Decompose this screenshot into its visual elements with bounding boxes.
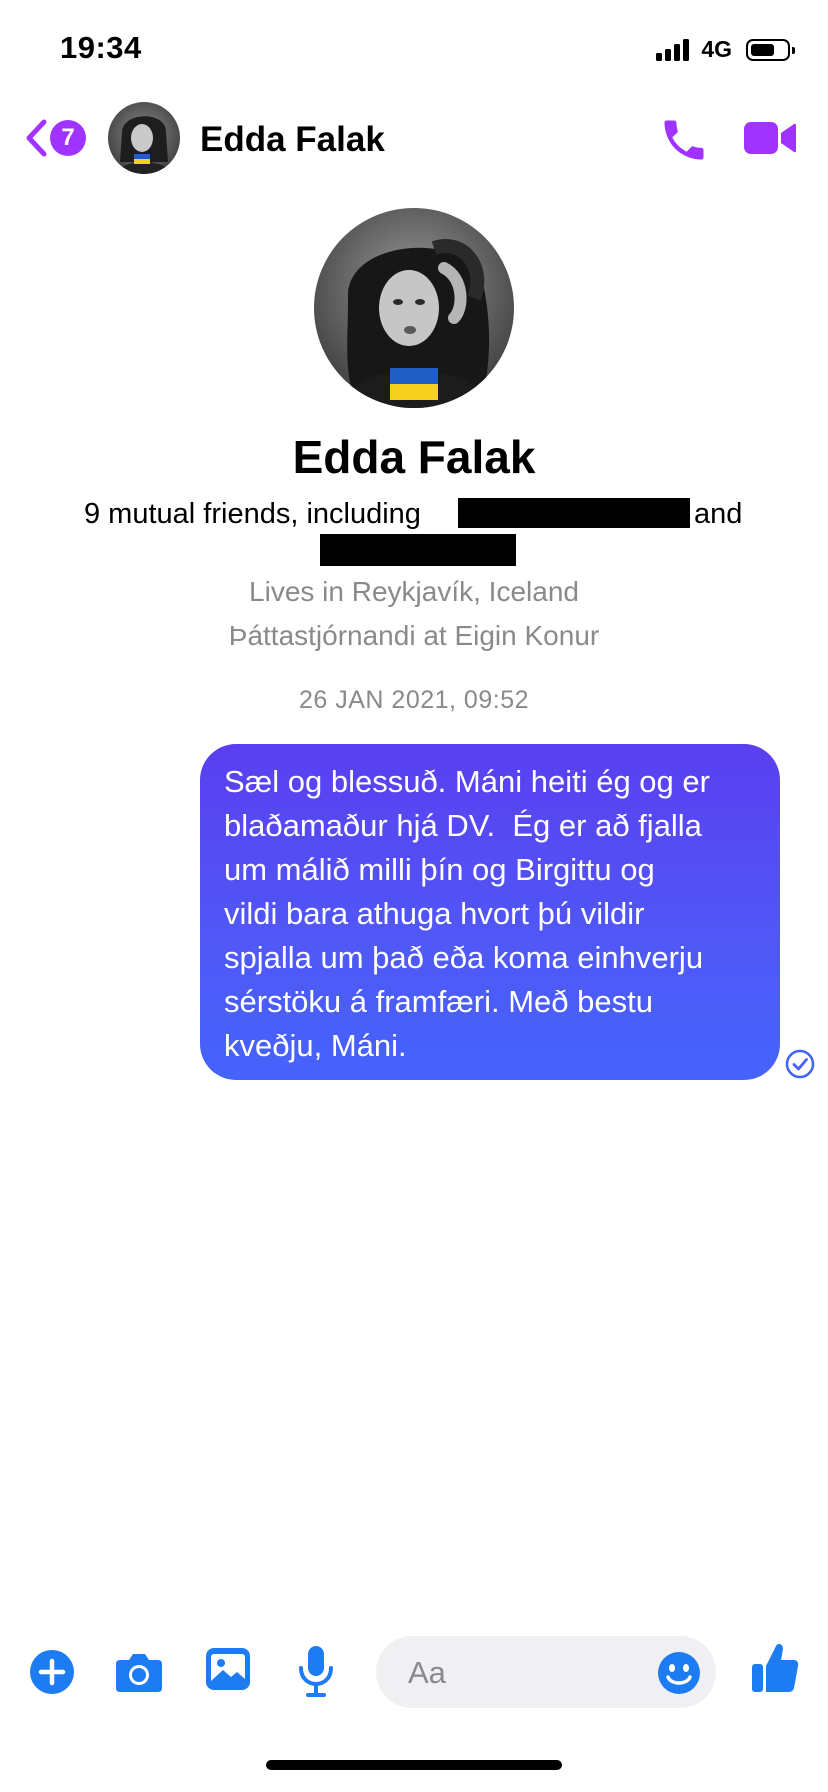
header-avatar[interactable] xyxy=(108,102,180,174)
unread-count-badge: 7 xyxy=(50,120,86,156)
plus-icon xyxy=(30,1650,74,1694)
phone-icon xyxy=(664,120,704,160)
status-time: 19:34 xyxy=(60,30,142,65)
camera-button[interactable] xyxy=(114,1650,164,1694)
network-type: 4G xyxy=(701,36,732,62)
mutual-friends-text: 9 mutual friends, including xyxy=(84,498,421,530)
camera-icon xyxy=(116,1654,162,1692)
conversation-header: 7 Edda Falak xyxy=(0,100,828,180)
status-bar: 19:34 4G xyxy=(0,0,828,100)
message-input-container xyxy=(376,1636,716,1710)
sent-message-bubble[interactable]: Sæl og blessuð. Máni heiti ég og er blað… xyxy=(200,744,780,1080)
profile-photo-image xyxy=(314,208,514,408)
status-indicators: 4G xyxy=(656,36,795,63)
voice-call-button[interactable] xyxy=(658,114,710,166)
emoji-icon xyxy=(658,1652,700,1694)
message-composer xyxy=(0,1632,828,1712)
signal-strength-icon xyxy=(656,38,690,61)
home-indicator[interactable] xyxy=(266,1760,562,1770)
redacted-name xyxy=(458,498,690,528)
more-actions-button[interactable] xyxy=(28,1648,76,1696)
photo-gallery-icon xyxy=(206,1648,250,1690)
redacted-name xyxy=(320,534,516,566)
video-camera-icon xyxy=(744,122,796,154)
video-call-button[interactable] xyxy=(742,116,798,160)
back-chevron-icon xyxy=(26,119,47,157)
profile-work: Þáttastjórnandi at Eigin Konur xyxy=(228,620,600,651)
profile-photo[interactable] xyxy=(314,208,514,408)
sent-check-icon xyxy=(785,1049,815,1079)
message-input[interactable] xyxy=(406,1636,630,1710)
microphone-icon xyxy=(299,1646,333,1697)
contact-photo xyxy=(108,102,180,174)
mutual-friends-and: and xyxy=(694,498,743,530)
thumbs-up-icon xyxy=(752,1644,799,1692)
voice-message-button[interactable] xyxy=(296,1644,336,1698)
profile-name: Edda Falak xyxy=(292,431,536,483)
emoji-button[interactable] xyxy=(656,1650,702,1696)
contact-name[interactable]: Edda Falak xyxy=(200,120,385,160)
message-timestamp: 26 JAN 2021, 09:52 xyxy=(299,686,529,714)
battery-icon xyxy=(746,38,795,61)
photo-gallery-button[interactable] xyxy=(204,1646,252,1692)
battery-level xyxy=(751,43,774,56)
message-text: Sæl og blessuð. Máni heiti ég og er blað… xyxy=(224,764,710,1063)
back-button[interactable]: 7 xyxy=(24,116,88,160)
profile-location: Lives in Reykjavík, Iceland xyxy=(249,576,579,607)
like-button[interactable] xyxy=(750,1640,800,1696)
